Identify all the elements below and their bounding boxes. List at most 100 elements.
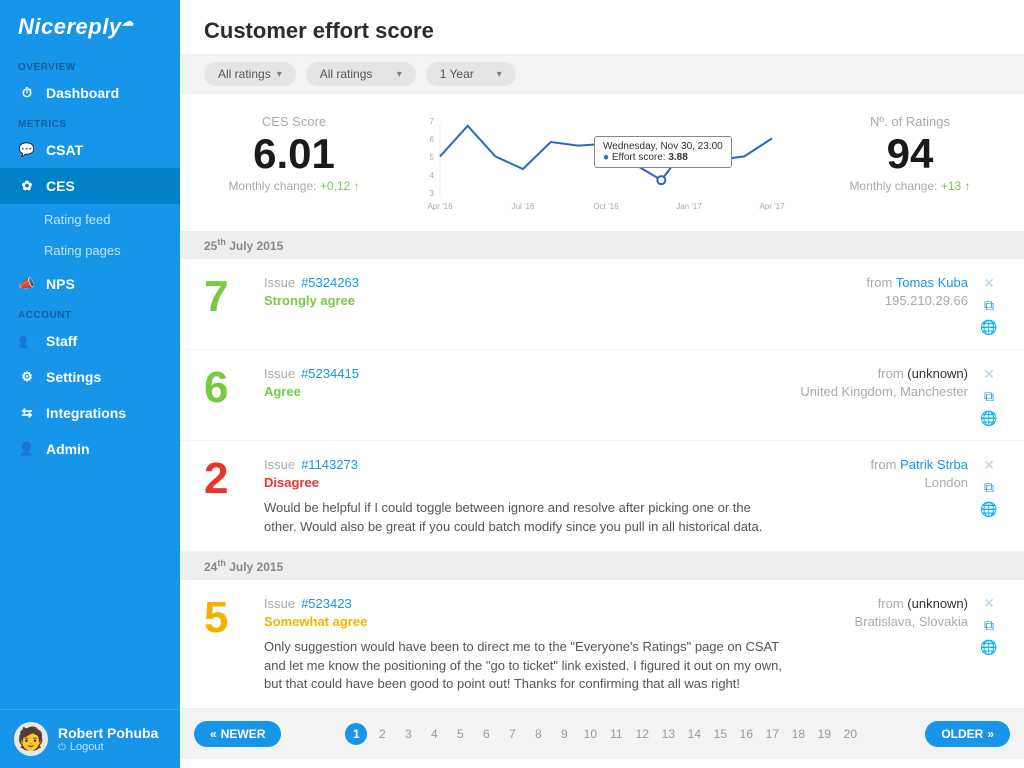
- date-header: 24th July 2015: [180, 552, 1024, 580]
- nav-section-overview: OVERVIEW: [0, 54, 180, 75]
- rating-row: 7 Issue #5324263 from Tomas Kuba Strongl…: [180, 259, 1024, 350]
- sidebar-label-integrations: Integrations: [46, 405, 126, 421]
- copy-icon[interactable]: ⧉: [981, 618, 997, 634]
- sidebar-label-csat: CSAT: [46, 142, 83, 158]
- issue-link[interactable]: #523423: [301, 596, 352, 611]
- close-icon[interactable]: ✕: [981, 596, 997, 612]
- issue-link[interactable]: #5324263: [301, 275, 359, 290]
- issue-label: Issue: [264, 457, 295, 472]
- stat-num-ratings: Nº. of Ratings 94 Monthly change: +13 ↑: [820, 114, 1000, 193]
- from-label: from: [866, 275, 892, 290]
- page-number[interactable]: 3: [397, 723, 419, 745]
- newer-button[interactable]: « NEWER: [194, 721, 281, 747]
- sidebar-sub-rating-pages[interactable]: Rating pages: [44, 235, 180, 266]
- sidebar-item-ces[interactable]: ✿ CES: [0, 168, 180, 204]
- page-number[interactable]: 7: [501, 723, 523, 745]
- rating-location: United Kingdom, Manchester: [800, 384, 968, 405]
- row-actions: ✕ ⧉ 🌐: [978, 457, 1000, 537]
- rating-verdict: Disagree: [264, 475, 319, 490]
- nav-section-metrics: METRICS: [0, 111, 180, 132]
- page-number[interactable]: 9: [553, 723, 575, 745]
- svg-text:Apr '17: Apr '17: [759, 202, 785, 211]
- page-numbers: 1234567891011121314151617181920: [291, 723, 915, 745]
- globe-icon[interactable]: 🌐: [981, 640, 997, 656]
- sidebar-item-staff[interactable]: 👥 Staff: [0, 323, 180, 359]
- page-number[interactable]: 1: [345, 723, 367, 745]
- globe-icon[interactable]: 🌐: [981, 501, 997, 517]
- rating-verdict: Agree: [264, 384, 301, 399]
- page-number[interactable]: 8: [527, 723, 549, 745]
- arrows-icon: ⇆: [18, 405, 36, 421]
- ces-chart: 76543 Apr '16Jul '16Oct '16Jan '17Apr '1…: [384, 114, 820, 219]
- page-number[interactable]: 19: [813, 723, 835, 745]
- svg-text:4: 4: [430, 171, 435, 180]
- sidebar-item-csat[interactable]: 💬 CSAT: [0, 132, 180, 168]
- page-number[interactable]: 5: [449, 723, 471, 745]
- sidebar-label-dashboard: Dashboard: [46, 85, 119, 101]
- page-number[interactable]: 17: [761, 723, 783, 745]
- stat-value: 94: [820, 133, 1000, 175]
- page-number[interactable]: 18: [787, 723, 809, 745]
- issue-link[interactable]: #5234415: [301, 366, 359, 381]
- page-number[interactable]: 15: [709, 723, 731, 745]
- copy-icon[interactable]: ⧉: [981, 297, 997, 313]
- copy-icon[interactable]: ⧉: [981, 388, 997, 404]
- globe-icon[interactable]: 🌐: [981, 410, 997, 426]
- svg-text:6: 6: [430, 135, 435, 144]
- chevron-left-icon: «: [210, 727, 217, 741]
- date-header: 25th July 2015: [180, 231, 1024, 259]
- nav-section-account: ACCOUNT: [0, 302, 180, 323]
- row-actions: ✕ ⧉ 🌐: [978, 275, 1000, 335]
- user-name: Robert Pohuba: [58, 725, 158, 741]
- page-number[interactable]: 2: [371, 723, 393, 745]
- gauge-icon: ✿: [18, 178, 36, 194]
- chevron-down-icon: ▾: [397, 69, 402, 80]
- logout-link[interactable]: ⏻ Logout: [58, 741, 158, 753]
- copy-icon[interactable]: ⧉: [981, 479, 997, 495]
- page-number[interactable]: 11: [605, 723, 627, 745]
- issue-link[interactable]: #1143273: [301, 457, 358, 472]
- sidebar-item-settings[interactable]: ⚙ Settings: [0, 359, 180, 395]
- page-number[interactable]: 4: [423, 723, 445, 745]
- pager: « NEWER 1234567891011121314151617181920 …: [180, 709, 1024, 759]
- close-icon[interactable]: ✕: [981, 457, 997, 473]
- rating-location: Bratislava, Slovakia: [855, 614, 968, 635]
- sidebar-label-staff: Staff: [46, 333, 77, 349]
- page-title: Customer effort score: [180, 0, 1024, 54]
- page-number[interactable]: 13: [657, 723, 679, 745]
- rating-verdict: Somewhat agree: [264, 614, 367, 629]
- page-number[interactable]: 12: [631, 723, 653, 745]
- page-number[interactable]: 10: [579, 723, 601, 745]
- from-name[interactable]: Tomas Kuba: [896, 275, 968, 290]
- sidebar-item-integrations[interactable]: ⇆ Integrations: [0, 395, 180, 431]
- rating-score: 5: [204, 596, 264, 695]
- stat-change: Monthly change: +13 ↑: [820, 179, 1000, 193]
- svg-text:Oct '16: Oct '16: [593, 202, 619, 211]
- page-number[interactable]: 6: [475, 723, 497, 745]
- gear-icon: ⚙: [18, 369, 36, 385]
- sidebar: Nicereply☁ OVERVIEW ⏱ Dashboard METRICS …: [0, 0, 180, 768]
- filter-period[interactable]: 1 Year ▾: [426, 62, 516, 86]
- issue-label: Issue: [264, 596, 295, 611]
- page-number[interactable]: 20: [839, 723, 861, 745]
- sidebar-item-nps[interactable]: 📣 NPS: [0, 266, 180, 302]
- globe-icon[interactable]: 🌐: [981, 319, 997, 335]
- rating-row: 5 Issue #523423 from (unknown) Somewhat …: [180, 580, 1024, 710]
- svg-text:Apr '16: Apr '16: [427, 202, 453, 211]
- page-number[interactable]: 16: [735, 723, 757, 745]
- from-name[interactable]: Patrik Strba: [900, 457, 968, 472]
- sidebar-item-dashboard[interactable]: ⏱ Dashboard: [0, 75, 180, 111]
- sidebar-label-settings: Settings: [46, 369, 101, 385]
- user-icon: 👤: [18, 441, 36, 457]
- rating-verdict: Strongly agree: [264, 293, 355, 308]
- close-icon[interactable]: ✕: [981, 366, 997, 382]
- filter-ratings-1[interactable]: All ratings ▾: [204, 62, 296, 86]
- filter-ratings-2[interactable]: All ratings ▾: [306, 62, 416, 86]
- close-icon[interactable]: ✕: [981, 275, 997, 291]
- filter-label: All ratings: [320, 67, 373, 81]
- avatar: 🧑: [14, 722, 48, 756]
- page-number[interactable]: 14: [683, 723, 705, 745]
- older-button[interactable]: OLDER »: [925, 721, 1010, 747]
- sidebar-item-admin[interactable]: 👤 Admin: [0, 431, 180, 467]
- sidebar-sub-rating-feed[interactable]: Rating feed: [44, 204, 180, 235]
